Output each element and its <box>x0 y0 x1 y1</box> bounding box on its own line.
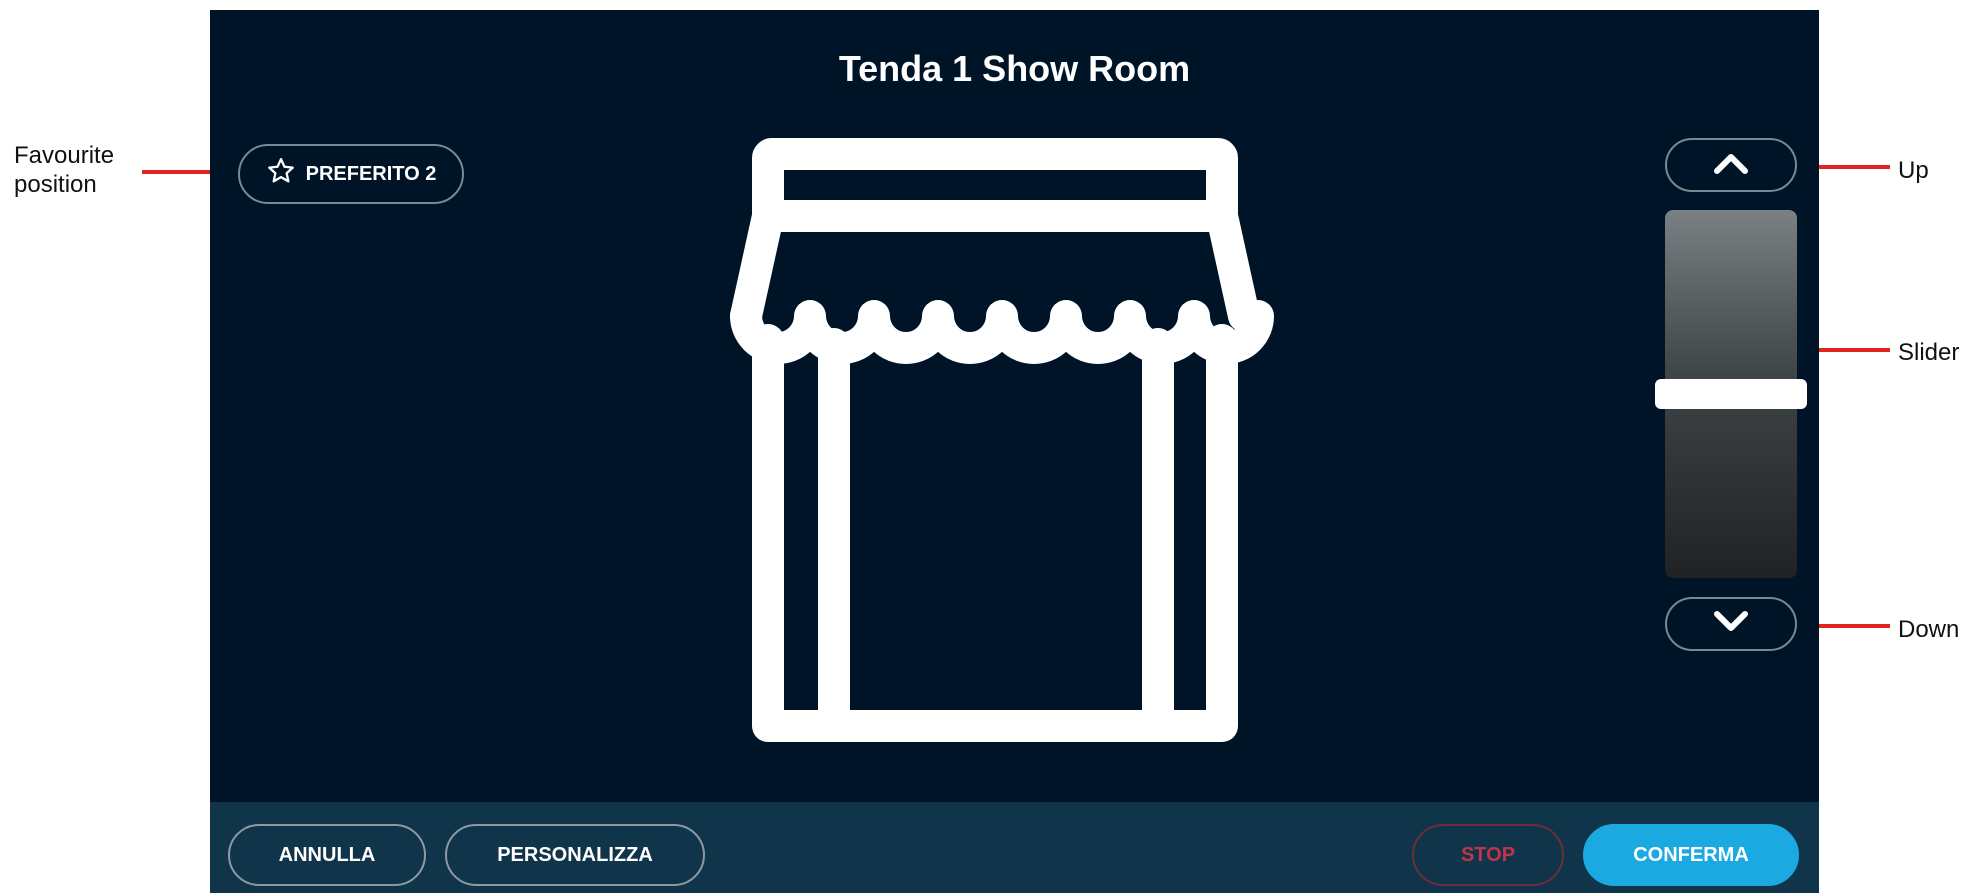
chevron-up-icon <box>1711 151 1751 180</box>
annotation-up: Up <box>1898 157 1929 184</box>
annotation-slider: Slider <box>1898 339 1960 366</box>
position-slider[interactable] <box>1655 210 1807 578</box>
bottom-action-bar: ANNULLA PERSONALIZZA STOP CONFERMA <box>210 802 1819 893</box>
page-title: Tenda 1 Show Room <box>838 48 1191 89</box>
star-outline-icon <box>266 156 296 192</box>
annotation-favourite-line2: position <box>14 171 97 198</box>
annotation-favourite-line1: Favourite <box>14 142 115 169</box>
down-button[interactable] <box>1665 597 1797 651</box>
favourite-button[interactable]: PREFERITO 2 <box>238 144 464 204</box>
device-screen: Tenda 1 Show Room PREFERITO 2 ANNULLA PE… <box>210 10 1819 893</box>
awning-shop-icon <box>730 138 1300 753</box>
cancel-button[interactable]: ANNULLA <box>228 824 426 886</box>
stop-button[interactable]: STOP <box>1412 824 1564 886</box>
annotation-favourite: Favourite position <box>14 141 114 199</box>
annotation-down: Down <box>1898 616 1960 643</box>
favourite-button-label: PREFERITO 2 <box>305 162 437 185</box>
customize-button[interactable]: PERSONALIZZA <box>445 824 705 886</box>
confirm-button[interactable]: CONFERMA <box>1583 824 1799 886</box>
up-button[interactable] <box>1665 138 1797 192</box>
slider-handle[interactable] <box>1655 379 1807 409</box>
chevron-down-icon <box>1711 610 1751 639</box>
